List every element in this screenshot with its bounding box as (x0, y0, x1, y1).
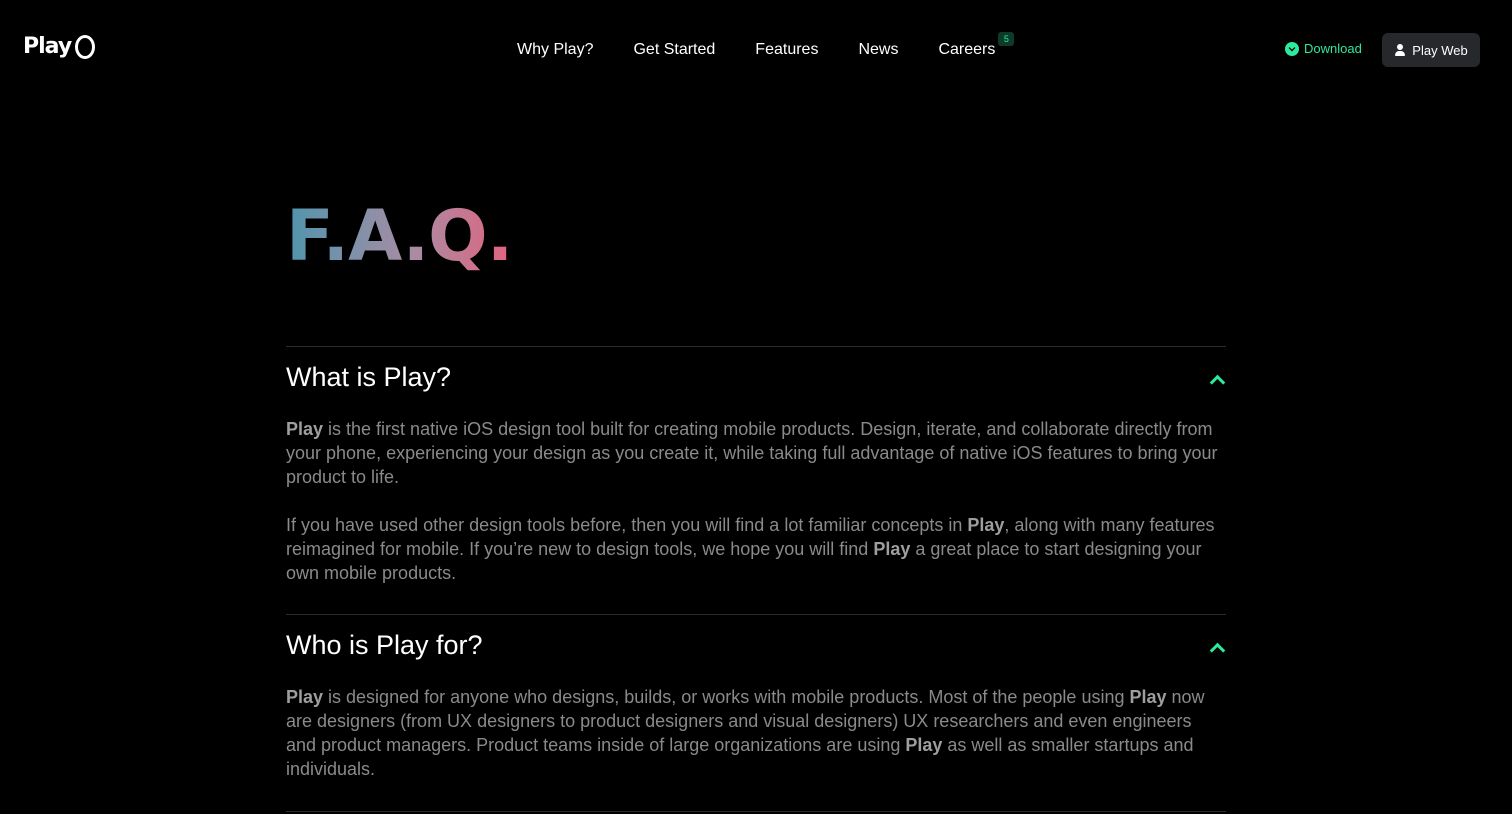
top-navigation: Play Why Play? Get Started Features News… (0, 0, 1512, 100)
careers-count-badge: 5 (998, 32, 1015, 46)
page-title: F.A.Q. (286, 195, 513, 277)
faq-answer-paragraph: Play is the first native iOS design tool… (286, 419, 1218, 487)
product-name: Play (286, 419, 324, 439)
product-name: Play (873, 539, 911, 559)
nav-careers-label: Careers (938, 41, 996, 58)
play-logo[interactable]: Play (23, 34, 96, 59)
download-label: Download (1304, 41, 1362, 56)
faq-question-toggle[interactable]: Who is Play for? (286, 615, 1226, 662)
user-icon (1394, 44, 1406, 56)
chevron-up-icon[interactable] (1209, 374, 1226, 390)
faq-answer-paragraph: Play is designed for anyone who designs,… (286, 687, 1205, 779)
faq-question-toggle[interactable]: What is Play? (286, 347, 1226, 394)
logo-ring-icon (75, 34, 96, 59)
faq-answer-paragraph: If you have used other design tools befo… (286, 515, 1215, 583)
download-arrow-icon (1285, 41, 1299, 56)
nav-news[interactable]: News (858, 40, 898, 60)
product-name: Play (1129, 687, 1167, 707)
faq-question: What is Play? (286, 362, 452, 392)
nav-get-started[interactable]: Get Started (633, 40, 715, 60)
product-name: Play (286, 687, 324, 707)
faq-item: Who is Play for? Play is designed for an… (286, 614, 1226, 781)
product-name: Play (967, 515, 1005, 535)
faq-question: Who is Play for? (286, 630, 483, 660)
nav-features[interactable]: Features (755, 40, 818, 60)
faq-item-divider (286, 811, 1226, 813)
chevron-up-icon[interactable] (1209, 642, 1226, 658)
nav-careers[interactable]: Careers 5 (938, 32, 1015, 60)
faq-item: What is Play? Play is the first native i… (286, 346, 1226, 585)
logo-wordmark: Play (23, 34, 72, 59)
play-web-label: Play Web (1412, 42, 1468, 58)
main-nav: Why Play? Get Started Features News Care… (517, 32, 1015, 60)
product-name: Play (905, 735, 943, 755)
play-web-button[interactable]: Play Web (1382, 33, 1480, 67)
nav-why-play[interactable]: Why Play? (517, 40, 593, 60)
download-link[interactable]: Download (1285, 41, 1362, 56)
